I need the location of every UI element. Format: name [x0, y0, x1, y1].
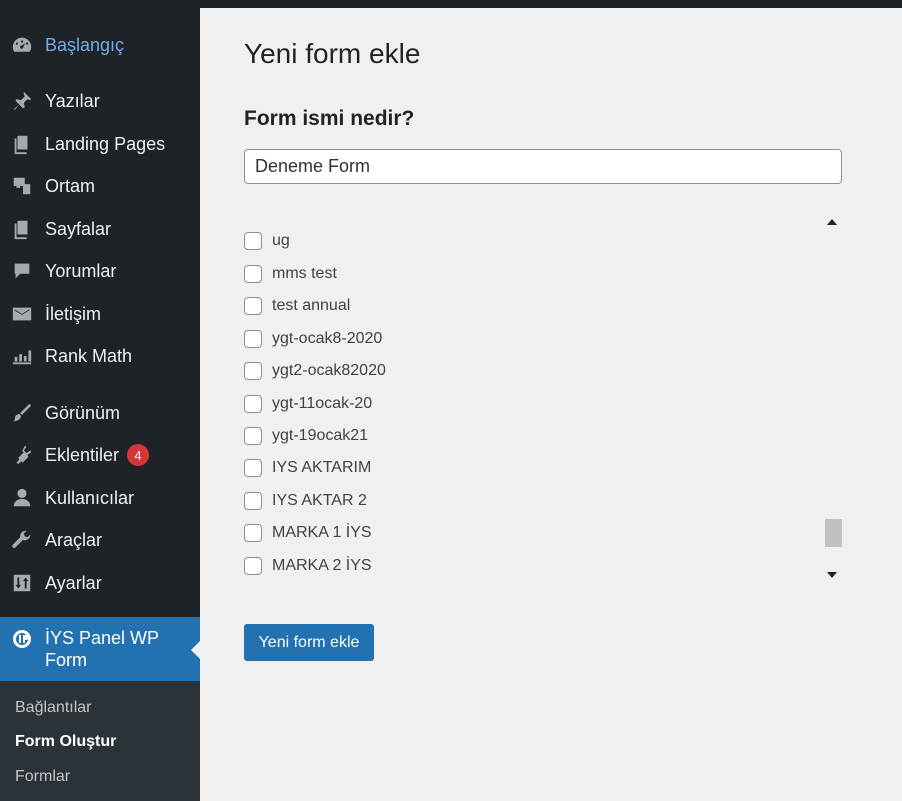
sidebar-item-contact[interactable]: İletişim	[0, 294, 200, 334]
sidebar-item-plugins[interactable]: Eklentiler 4	[0, 435, 200, 475]
sidebar-item-label: İYS Panel WP Form	[45, 628, 159, 670]
list-item[interactable]: ygt-11ocak-20	[244, 392, 372, 416]
list-selection-box[interactable]: ug mms test test annual ygt-ocak8-2020 y…	[244, 215, 844, 585]
settings-icon	[10, 571, 34, 595]
user-icon	[10, 486, 34, 510]
list-item[interactable]: ygt2-ocak82020	[244, 359, 386, 383]
list-item[interactable]: MARKA 2 İYS	[244, 554, 372, 578]
pages-icon	[10, 217, 34, 241]
sidebar-item-appearance[interactable]: Görünüm	[0, 393, 200, 433]
sidebar-item-label: Başlangıç	[45, 34, 125, 55]
list-item[interactable]: ug	[244, 229, 290, 253]
brush-icon	[10, 401, 34, 425]
list-item[interactable]: test annual	[244, 294, 350, 318]
wrench-icon	[10, 528, 34, 552]
sidebar-item-label: Kullanıcılar	[45, 487, 135, 508]
chart-icon	[10, 344, 34, 368]
sidebar-item-posts[interactable]: Yazılar	[0, 81, 200, 121]
sidebar-item-label: Ayarlar	[45, 572, 102, 593]
list-item[interactable]: mms test	[244, 262, 337, 286]
list-item[interactable]: ygt-19ocak21	[244, 424, 368, 448]
sidebar-item-tools[interactable]: Araçlar	[0, 520, 200, 560]
sidebar-item-label: İletişim	[45, 303, 102, 324]
sidebar-item-label: Eklentiler	[45, 444, 120, 465]
sidebar-item-landing-pages[interactable]: Landing Pages	[0, 124, 200, 164]
pages-icon	[10, 132, 34, 156]
scroll-down-arrow-icon[interactable]	[827, 572, 837, 578]
sidebar-item-users[interactable]: Kullanıcılar	[0, 478, 200, 518]
admin-sidebar: Başlangıç Yazılar Landing Pages Ortam Sa…	[0, 0, 200, 801]
sidebar-item-media[interactable]: Ortam	[0, 166, 200, 206]
sidebar-item-label: Yorumlar	[45, 260, 117, 281]
dashboard-icon	[10, 33, 34, 57]
list-checkbox[interactable]	[244, 297, 262, 315]
sidebar-item-label: Görünüm	[45, 402, 121, 423]
list-checkbox[interactable]	[244, 492, 262, 510]
list-checkbox[interactable]	[244, 265, 262, 283]
sidebar-item-label: Landing Pages	[45, 133, 166, 154]
scroll-up-arrow-icon[interactable]	[827, 219, 837, 225]
list-checkbox[interactable]	[244, 395, 262, 413]
sidebar-item-rank-math[interactable]: Rank Math	[0, 336, 200, 376]
list-checkbox[interactable]	[244, 557, 262, 575]
sidebar-item-label: Yazılar	[45, 90, 100, 111]
list-item-partial[interactable]	[244, 582, 272, 585]
sidebar-item-iys-panel[interactable]: İYS Panel WP Form	[0, 617, 200, 681]
list-checkbox[interactable]	[244, 524, 262, 542]
list-item[interactable]: IYS AKTARIM	[244, 456, 371, 480]
main-content: Yeni form ekle Form ismi nedir? ug mms t…	[200, 8, 902, 801]
list-checkbox[interactable]	[244, 427, 262, 445]
sidebar-submenu: Bağlantılar Form Oluştur Formlar	[0, 681, 200, 801]
list-item[interactable]: IYS AKTAR 2	[244, 489, 367, 513]
active-menu-arrow	[191, 641, 200, 659]
submenu-item-connections[interactable]: Bağlantılar	[15, 699, 92, 717]
list-checkbox[interactable]	[244, 362, 262, 380]
list-checkbox[interactable]	[244, 459, 262, 477]
sidebar-item-dashboard[interactable]: Başlangıç	[0, 25, 200, 65]
submenu-item-forms[interactable]: Formlar	[15, 768, 70, 786]
list-scrollbar-thumb[interactable]	[825, 519, 842, 547]
list-checkbox[interactable]	[244, 232, 262, 250]
sidebar-item-label: Araçlar	[45, 529, 103, 550]
plugin-icon	[10, 443, 34, 467]
sidebar-item-settings[interactable]: Ayarlar	[0, 563, 200, 603]
media-icon	[10, 174, 34, 198]
plugins-update-badge: 4	[127, 444, 150, 466]
sidebar-item-label: Rank Math	[45, 345, 133, 366]
form-name-input[interactable]	[244, 149, 842, 184]
sidebar-item-comments[interactable]: Yorumlar	[0, 251, 200, 291]
pin-icon	[10, 89, 34, 113]
mail-icon	[10, 302, 34, 326]
submenu-item-create-form[interactable]: Form Oluştur	[15, 733, 116, 751]
list-checkbox[interactable]	[244, 330, 262, 348]
add-new-form-button[interactable]: Yeni form ekle	[244, 624, 374, 661]
sidebar-item-label: Ortam	[45, 175, 96, 196]
comment-icon	[10, 259, 34, 283]
iys-logo-icon	[10, 627, 34, 651]
sidebar-item-pages[interactable]: Sayfalar	[0, 209, 200, 249]
list-item[interactable]: ygt-ocak8-2020	[244, 327, 382, 351]
list-item[interactable]: MARKA 1 İYS	[244, 521, 372, 545]
sidebar-item-label: Sayfalar	[45, 218, 112, 239]
form-name-label: Form ismi nedir?	[244, 107, 415, 130]
page-title: Yeni form ekle	[244, 38, 421, 69]
